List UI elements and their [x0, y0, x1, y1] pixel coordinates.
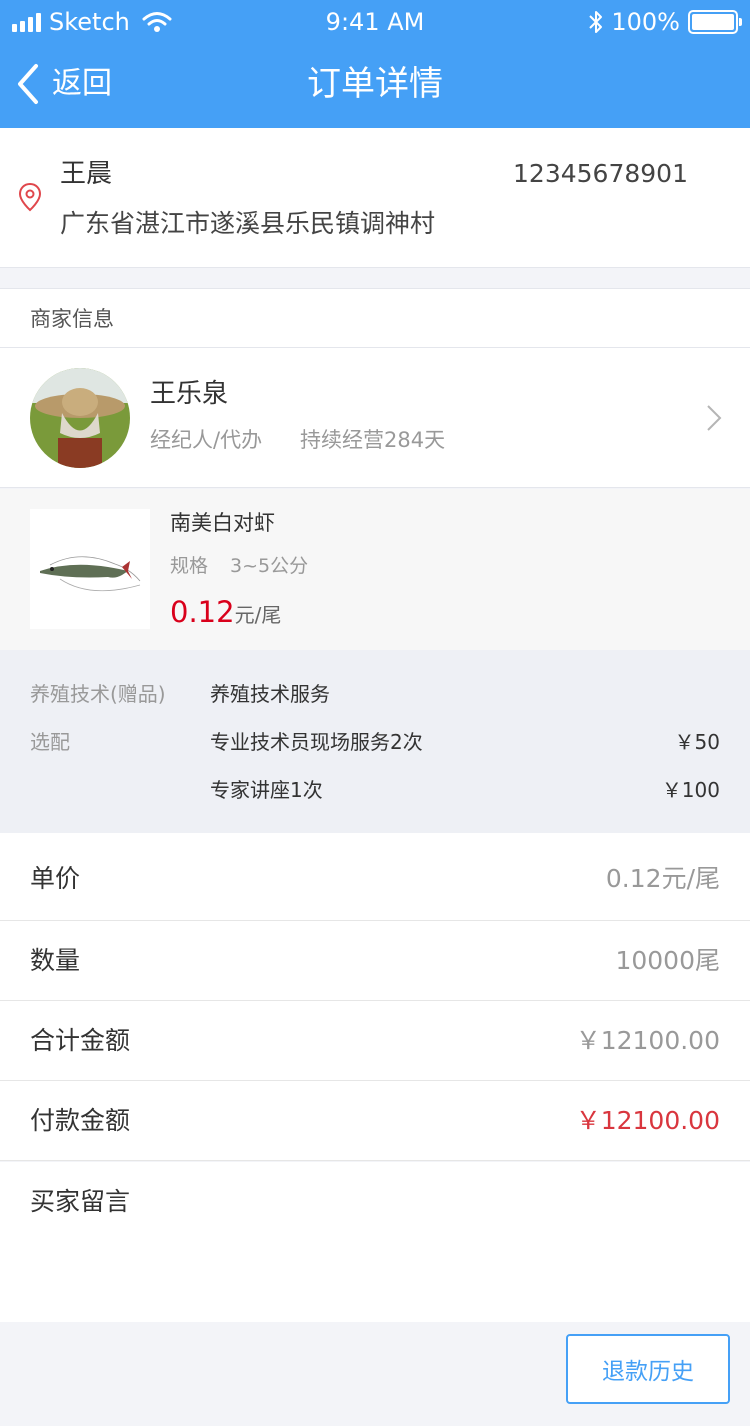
bluetooth-icon — [589, 11, 603, 33]
gift-item: 养殖技术服务 — [210, 682, 330, 706]
option-item-name: 专业技术员现场服务2次 — [210, 730, 423, 754]
quantity-label: 数量 — [30, 946, 81, 975]
status-right: 100% — [587, 8, 742, 36]
total-row: 合计金额 ￥12100.00 — [0, 1001, 750, 1081]
order-summary: 单价 0.12元/尾 数量 10000尾 合计金额 ￥12100.00 付款金额… — [0, 833, 750, 1161]
paid-row: 付款金额 ￥12100.00 — [0, 1081, 750, 1161]
option-item-price: ￥50 — [674, 730, 720, 754]
unit-price-row: 单价 0.12元/尾 — [0, 833, 750, 921]
unit-price-label: 单价 — [30, 864, 81, 893]
product-image — [30, 509, 150, 629]
paid-value: ￥12100.00 — [575, 1106, 720, 1135]
chevron-right-icon — [707, 405, 722, 431]
status-bar: Sketch 9:41 AM 100% — [0, 0, 750, 44]
option-item-price: ￥100 — [661, 778, 720, 802]
nav-bar: 返回 订单详情 — [0, 44, 750, 128]
merchant-avatar — [30, 368, 130, 468]
product-spec-value: 3~5公分 — [230, 555, 309, 577]
product-name: 南美白对虾 — [170, 511, 275, 535]
product-price: 0.12元/尾 — [170, 595, 281, 634]
receiver-name: 王晨 — [60, 159, 113, 189]
merchant-operating-days: 持续经营284天 — [300, 428, 446, 452]
paid-label: 付款金额 — [30, 1106, 131, 1135]
shrimp-icon — [40, 556, 141, 592]
footer: 退款历史 — [0, 1322, 750, 1426]
product-card: 南美白对虾 规格 3~5公分 0.12元/尾 — [0, 489, 750, 650]
merchant-role: 经纪人/代办 — [150, 428, 263, 452]
buyer-message-label: 买家留言 — [30, 1187, 131, 1216]
receiver-phone: 12345678901 — [513, 159, 688, 188]
refund-history-button[interactable]: 退款历史 — [566, 1334, 730, 1404]
product-spec-label: 规格 — [170, 555, 209, 577]
unit-price-value: 0.12元/尾 — [605, 864, 720, 893]
buyer-message: 买家留言 — [0, 1162, 750, 1322]
total-value: ￥12100.00 — [575, 1026, 720, 1055]
location-pin-icon — [18, 182, 42, 212]
merchant-section-header: 商家信息 — [0, 288, 750, 348]
quantity-value: 10000尾 — [615, 946, 720, 975]
receiver-address: 广东省湛江市遂溪县乐民镇调神村 — [60, 209, 436, 238]
merchant-section-title: 商家信息 — [30, 307, 114, 331]
shipping-address: 王晨 12345678901 广东省湛江市遂溪县乐民镇调神村 — [0, 128, 750, 268]
quantity-row: 数量 10000尾 — [0, 921, 750, 1001]
header: Sketch 9:41 AM 100% 返回 订单详情 — [0, 0, 750, 128]
total-label: 合计金额 — [30, 1026, 131, 1055]
product-price-value: 0.12 — [170, 595, 235, 629]
extras-section: 养殖技术(赠品) 养殖技术服务 选配 专业技术员现场服务2次 ￥50 专家讲座1… — [0, 650, 750, 833]
page-title: 订单详情 — [307, 64, 443, 104]
option-item-name: 专家讲座1次 — [210, 778, 323, 802]
product-price-unit: 元/尾 — [234, 603, 282, 627]
battery-icon — [688, 10, 742, 34]
battery-percentage: 100% — [611, 8, 680, 36]
gift-label: 养殖技术(赠品) — [30, 682, 166, 706]
option-label: 选配 — [30, 730, 70, 754]
merchant-card[interactable]: 王乐泉 经纪人/代办 持续经营284天 — [0, 348, 750, 488]
merchant-name: 王乐泉 — [150, 379, 229, 409]
avatar-image — [30, 368, 130, 468]
